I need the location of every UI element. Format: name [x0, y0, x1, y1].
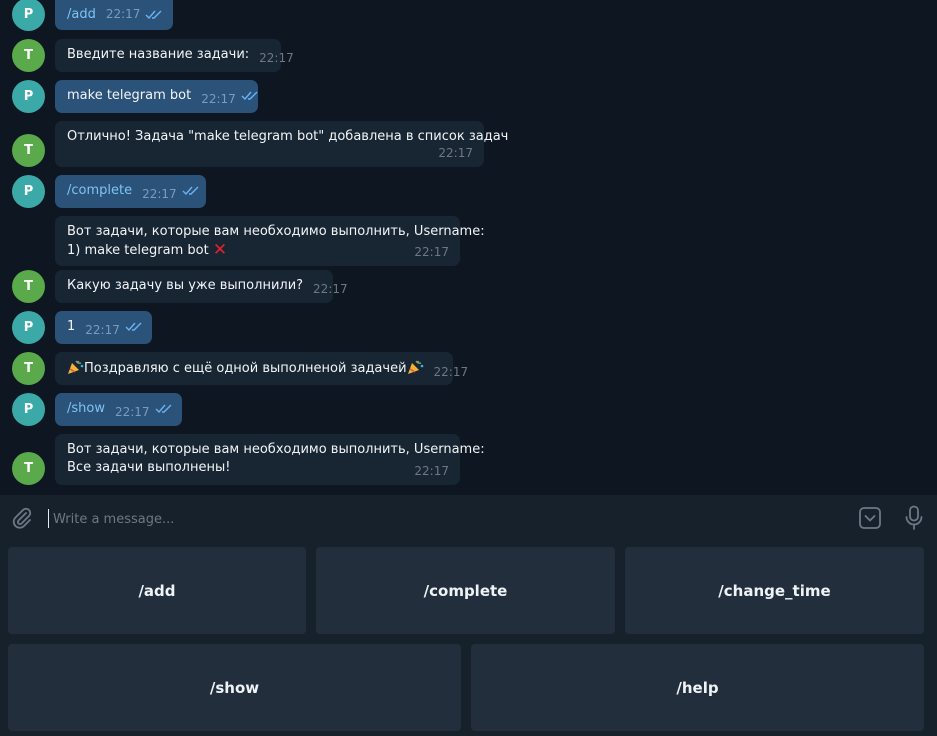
message-time: 22:17	[414, 245, 449, 259]
message-time: 22:17	[85, 323, 120, 337]
message-text: 1	[67, 319, 76, 334]
message-bubble[interactable]: Вот задачи, которые вам необходимо выпол…	[55, 434, 485, 485]
bot-keyboard: /add /complete /change_time /show /help	[0, 541, 937, 736]
avatar[interactable]: P	[12, 393, 45, 426]
keyboard-button-complete[interactable]: /complete	[316, 547, 615, 634]
message-input[interactable]	[51, 508, 835, 530]
message-time: 22:17	[142, 187, 177, 201]
cross-mark-icon: ✕	[212, 240, 228, 260]
message-time: 22:17	[414, 464, 449, 478]
text-cursor	[48, 509, 49, 528]
message-text-line1: Вот задачи, которые вам необходимо выпол…	[67, 224, 485, 239]
message-text: Введите название задачи:	[67, 47, 250, 62]
message-bubble[interactable]: make telegram bot 22:17	[55, 80, 258, 113]
message-text: Отлично! Задача "make telegram bot" доба…	[67, 129, 509, 144]
message-text: /complete	[67, 183, 133, 198]
avatar[interactable]: P	[12, 311, 45, 344]
message-bubble[interactable]: Введите название задачи: 22:17	[55, 39, 294, 72]
party-popper-icon	[407, 360, 423, 374]
message-time: 22:17	[438, 146, 473, 160]
avatar[interactable]: T	[12, 39, 45, 72]
avatar[interactable]: T	[12, 452, 45, 485]
message-bubble[interactable]: 1 22:17	[55, 311, 152, 344]
double-check-icon	[155, 404, 172, 413]
keyboard-button-show[interactable]: /show	[8, 644, 461, 731]
message-bubble[interactable]: /complete 22:17	[55, 175, 206, 208]
message-text: /show	[67, 401, 105, 416]
message-list[interactable]: P /add 22:17 T Введите название задачи: 22…	[0, 0, 937, 495]
message-bubble[interactable]: /show 22:17	[55, 393, 182, 426]
avatar[interactable]: P	[12, 175, 45, 208]
message-text-line2: Все задачи выполнены!	[67, 460, 231, 475]
double-check-icon	[182, 186, 199, 195]
message-text: Какую задачу вы уже выполнили?	[67, 278, 304, 293]
avatar[interactable]: P	[12, 0, 45, 31]
message-bubble[interactable]: Вот задачи, которые вам необходимо выпол…	[55, 216, 485, 266]
avatar[interactable]: T	[12, 270, 45, 303]
keyboard-button-add[interactable]: /add	[8, 547, 306, 634]
message-text-line1: Вот задачи, которые вам необходимо выпол…	[67, 442, 485, 457]
avatar[interactable]: P	[12, 80, 45, 113]
message-text: Поздравляю с ещё одной выполненой задаче…	[84, 361, 407, 376]
message-text: /add	[67, 7, 96, 22]
message-time: 22:17	[259, 51, 294, 65]
message-time: 22:17	[433, 365, 469, 379]
avatar[interactable]: T	[12, 352, 45, 385]
microphone-icon[interactable]	[903, 505, 925, 531]
avatar[interactable]: T	[12, 134, 45, 167]
double-check-icon	[125, 322, 142, 331]
message-bubble[interactable]: Отлично! Задача "make telegram bot" доба…	[55, 121, 508, 167]
keyboard-button-help[interactable]: /help	[471, 644, 924, 731]
paperclip-icon[interactable]	[11, 507, 33, 529]
message-bubble[interactable]: Какую задачу вы уже выполнили? 22:17	[55, 270, 348, 303]
keyboard-button-change-time[interactable]: /change_time	[625, 547, 924, 634]
message-time: 22:17	[313, 282, 348, 296]
keyboard-toggle-icon[interactable]	[858, 506, 882, 530]
message-time: 22:17	[114, 405, 150, 419]
double-check-icon	[145, 10, 162, 19]
message-bubble[interactable]: /add 22:17	[55, 0, 173, 30]
double-check-icon	[241, 91, 258, 100]
party-popper-icon	[68, 360, 84, 374]
message-time: 22:17	[201, 92, 236, 106]
message-text-line2: 1) make telegram bot	[67, 243, 209, 258]
message-time: 22:17	[105, 7, 141, 21]
message-text: make telegram bot	[67, 88, 192, 103]
message-bubble[interactable]: Поздравляю с ещё одной выполненой задаче…	[55, 352, 468, 385]
